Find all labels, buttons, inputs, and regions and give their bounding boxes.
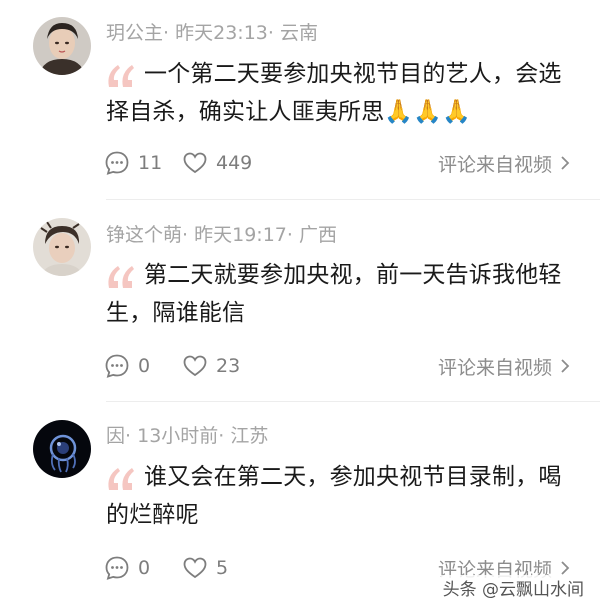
source-video-link[interactable]: 评论来自视频	[438, 148, 570, 178]
avatar-image	[33, 420, 91, 478]
avatar-image	[33, 218, 91, 276]
avatar-image	[33, 17, 91, 75]
reply-button[interactable]: 0	[104, 553, 150, 583]
reply-button[interactable]: 0	[104, 351, 150, 381]
chevron-right-icon	[561, 561, 570, 575]
like-button[interactable]: 23	[182, 351, 240, 381]
username[interactable]: 因	[106, 425, 125, 447]
comment-meta: 因· 13小时前· 江苏	[106, 425, 269, 447]
reply-count: 0	[138, 557, 151, 579]
avatar[interactable]	[33, 17, 91, 75]
chevron-right-icon	[561, 156, 570, 170]
comment-actions: 11 449 评论来自视频	[104, 148, 574, 178]
location: 云南	[279, 22, 318, 44]
comment-meta: 铮这个萌· 昨天19:17· 广西	[106, 224, 337, 246]
comment-item: 铮这个萌· 昨天19:17· 广西 第二天就要参加央视，前一天告诉我他轻生，隔谁…	[0, 200, 600, 402]
like-button[interactable]: 5	[182, 553, 228, 583]
avatar[interactable]	[33, 218, 91, 276]
comment-meta: 玥公主· 昨天23:13· 云南	[106, 22, 318, 44]
comment-list: 玥公主· 昨天23:13· 云南 一个第二天要参加央视节目的艺人，会选择自杀，确…	[0, 0, 600, 604]
timestamp: 昨天19:17	[194, 224, 287, 246]
comment-text: 谁又会在第二天，参加央视节目录制，喝的烂醉呢	[106, 464, 562, 528]
source-label: 评论来自视频	[437, 356, 552, 379]
source-label: 评论来自视频	[437, 153, 552, 176]
username[interactable]: 铮这个萌	[106, 224, 182, 246]
username[interactable]: 玥公主	[106, 22, 163, 44]
comment-actions: 0 23 评论来自视频	[104, 351, 574, 381]
like-count: 5	[216, 557, 229, 579]
like-button[interactable]: 449	[182, 148, 252, 178]
reply-count: 0	[138, 355, 151, 377]
heart-icon	[183, 355, 207, 377]
source-video-link[interactable]: 评论来自视频	[438, 351, 570, 381]
timestamp: 昨天23:13	[175, 22, 268, 44]
heart-icon	[183, 152, 207, 174]
reply-count: 11	[138, 152, 163, 174]
reply-button[interactable]: 11	[104, 148, 162, 178]
location: 广西	[298, 224, 337, 246]
comment-item: 因· 13小时前· 江苏 谁又会在第二天，参加央视节目录制，喝的烂醉呢 0 5 …	[0, 402, 600, 604]
timestamp: 13小时前	[137, 425, 219, 447]
comment-bubble-icon	[105, 354, 129, 378]
comment-item: 玥公主· 昨天23:13· 云南 一个第二天要参加央视节目的艺人，会选择自杀，确…	[0, 0, 600, 200]
comment-bubble-icon	[105, 556, 129, 580]
comment-bubble-icon	[105, 151, 129, 175]
watermark: 头条 @云飘山水间	[440, 575, 586, 600]
like-count: 23	[216, 355, 241, 377]
comment-text: 第二天就要参加央视，前一天告诉我他轻生，隔谁能信	[106, 262, 562, 326]
heart-icon	[183, 557, 207, 579]
chevron-right-icon	[561, 359, 570, 373]
like-count: 449	[216, 152, 253, 174]
location: 江苏	[230, 425, 269, 447]
avatar[interactable]	[33, 420, 91, 478]
comment-text: 一个第二天要参加央视节目的艺人，会选择自杀，确实让人匪夷所思🙏🙏🙏	[106, 61, 562, 125]
